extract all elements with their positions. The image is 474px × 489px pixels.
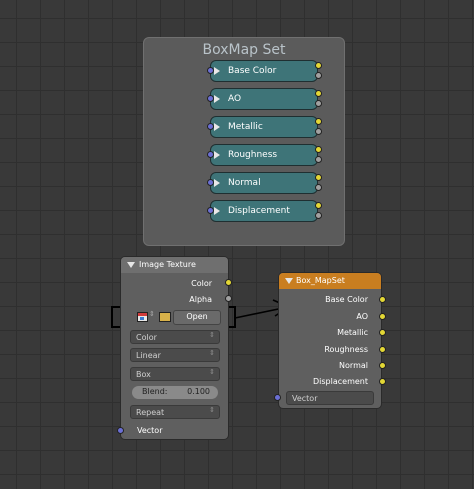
input-socket[interactable] bbox=[207, 179, 214, 186]
output-socket-color[interactable] bbox=[315, 202, 322, 209]
folder-icon[interactable] bbox=[159, 312, 171, 322]
group-node-label: AO bbox=[228, 94, 242, 104]
dropdown-chevron-icon: ⇕ bbox=[209, 368, 215, 376]
boxmap-set-frame[interactable]: BoxMap Set Base Color AO Metallic Roughn… bbox=[143, 37, 345, 246]
output-label-color: Color bbox=[191, 279, 212, 288]
blend-label: Blend: bbox=[142, 387, 168, 396]
output-socket-alpha[interactable] bbox=[315, 156, 322, 163]
output-socket-alpha[interactable] bbox=[315, 184, 322, 191]
input-socket[interactable] bbox=[207, 151, 214, 158]
input-label: Metallic bbox=[337, 328, 368, 337]
output-socket-alpha[interactable] bbox=[315, 72, 322, 79]
group-node-label: Roughness bbox=[228, 150, 278, 160]
output-socket[interactable] bbox=[379, 362, 386, 369]
frame-title: BoxMap Set bbox=[202, 42, 286, 58]
color-space-dropdown[interactable]: Color ⇕ bbox=[130, 330, 220, 344]
dropdown-chevron-icon: ⇕ bbox=[209, 349, 215, 357]
group-node-base-color[interactable]: Base Color bbox=[210, 60, 318, 82]
open-image-button[interactable]: Open bbox=[173, 310, 221, 325]
interpolation-value: Linear bbox=[136, 351, 161, 360]
expand-arrow-icon[interactable] bbox=[214, 151, 220, 159]
blend-value: 0.100 bbox=[187, 387, 210, 396]
node-header[interactable]: Image Texture bbox=[121, 257, 228, 273]
input-label: Base Color bbox=[325, 295, 368, 304]
group-node-ao[interactable]: AO bbox=[210, 88, 318, 110]
extension-dropdown[interactable]: Repeat ⇕ bbox=[130, 405, 220, 419]
node-header[interactable]: Box_MapSet bbox=[279, 273, 381, 289]
output-socket-color[interactable] bbox=[315, 90, 322, 97]
input-label: Roughness bbox=[324, 345, 368, 354]
input-socket[interactable] bbox=[207, 123, 214, 130]
expand-arrow-icon[interactable] bbox=[214, 95, 220, 103]
expand-arrow-icon[interactable] bbox=[214, 207, 220, 215]
blend-slider[interactable]: Blend: 0.100 bbox=[132, 386, 218, 399]
node-title: Image Texture bbox=[139, 260, 196, 269]
expand-arrow-icon[interactable] bbox=[214, 179, 220, 187]
group-node-metallic[interactable]: Metallic bbox=[210, 116, 318, 138]
dropdown-chevron-icon: ⇕ bbox=[209, 406, 215, 414]
extension-value: Repeat bbox=[136, 408, 165, 417]
image-icon[interactable] bbox=[137, 312, 148, 322]
output-socket-alpha[interactable] bbox=[315, 212, 322, 219]
output-socket[interactable] bbox=[379, 378, 386, 385]
group-node-normal[interactable]: Normal bbox=[210, 172, 318, 194]
output-socket-alpha[interactable] bbox=[315, 100, 322, 107]
collapse-triangle-icon[interactable] bbox=[285, 278, 293, 284]
projection-dropdown[interactable]: Box ⇕ bbox=[130, 367, 220, 381]
vector-dropdown[interactable]: Vector bbox=[286, 391, 374, 405]
browse-arrows-icon[interactable]: ⇕ bbox=[149, 310, 155, 318]
box-mapset-node[interactable]: Box_MapSet Base Color AO Metallic Roughn… bbox=[278, 272, 382, 409]
output-socket-alpha[interactable] bbox=[225, 295, 232, 302]
input-socket-vector[interactable] bbox=[274, 394, 281, 401]
color-space-value: Color bbox=[136, 333, 157, 342]
output-socket[interactable] bbox=[379, 296, 386, 303]
output-label-alpha: Alpha bbox=[189, 295, 212, 304]
input-label: AO bbox=[356, 312, 368, 321]
output-socket[interactable] bbox=[379, 313, 386, 320]
input-label-vector: Vector bbox=[137, 426, 163, 435]
output-socket-color[interactable] bbox=[315, 174, 322, 181]
input-socket[interactable] bbox=[207, 67, 214, 74]
vector-dropdown-value: Vector bbox=[292, 394, 318, 403]
input-socket[interactable] bbox=[207, 207, 214, 214]
node-title: Box_MapSet bbox=[296, 276, 345, 285]
expand-arrow-icon[interactable] bbox=[214, 123, 220, 131]
group-node-label: Displacement bbox=[228, 206, 290, 216]
output-socket[interactable] bbox=[379, 346, 386, 353]
group-node-displacement[interactable]: Displacement bbox=[210, 200, 318, 222]
open-button-label: Open bbox=[186, 312, 208, 321]
group-node-label: Base Color bbox=[228, 66, 277, 76]
output-socket[interactable] bbox=[379, 329, 386, 336]
output-socket-color[interactable] bbox=[315, 146, 322, 153]
output-socket-alpha[interactable] bbox=[315, 128, 322, 135]
group-node-label: Metallic bbox=[228, 122, 263, 132]
collapse-triangle-icon[interactable] bbox=[127, 262, 135, 268]
output-socket-color[interactable] bbox=[315, 62, 322, 69]
input-label: Normal bbox=[339, 361, 368, 370]
dropdown-chevron-icon: ⇕ bbox=[209, 331, 215, 339]
interpolation-dropdown[interactable]: Linear ⇕ bbox=[130, 348, 220, 362]
output-socket-color[interactable] bbox=[225, 279, 232, 286]
group-node-label: Normal bbox=[228, 178, 261, 188]
input-socket[interactable] bbox=[207, 95, 214, 102]
expand-arrow-icon[interactable] bbox=[214, 67, 220, 75]
projection-value: Box bbox=[136, 370, 151, 379]
image-texture-node[interactable]: Image Texture Color Alpha ⇕ Open Color ⇕… bbox=[120, 256, 229, 440]
input-label: Displacement bbox=[313, 377, 368, 386]
input-socket-vector[interactable] bbox=[117, 427, 124, 434]
output-socket-color[interactable] bbox=[315, 118, 322, 125]
group-node-roughness[interactable]: Roughness bbox=[210, 144, 318, 166]
